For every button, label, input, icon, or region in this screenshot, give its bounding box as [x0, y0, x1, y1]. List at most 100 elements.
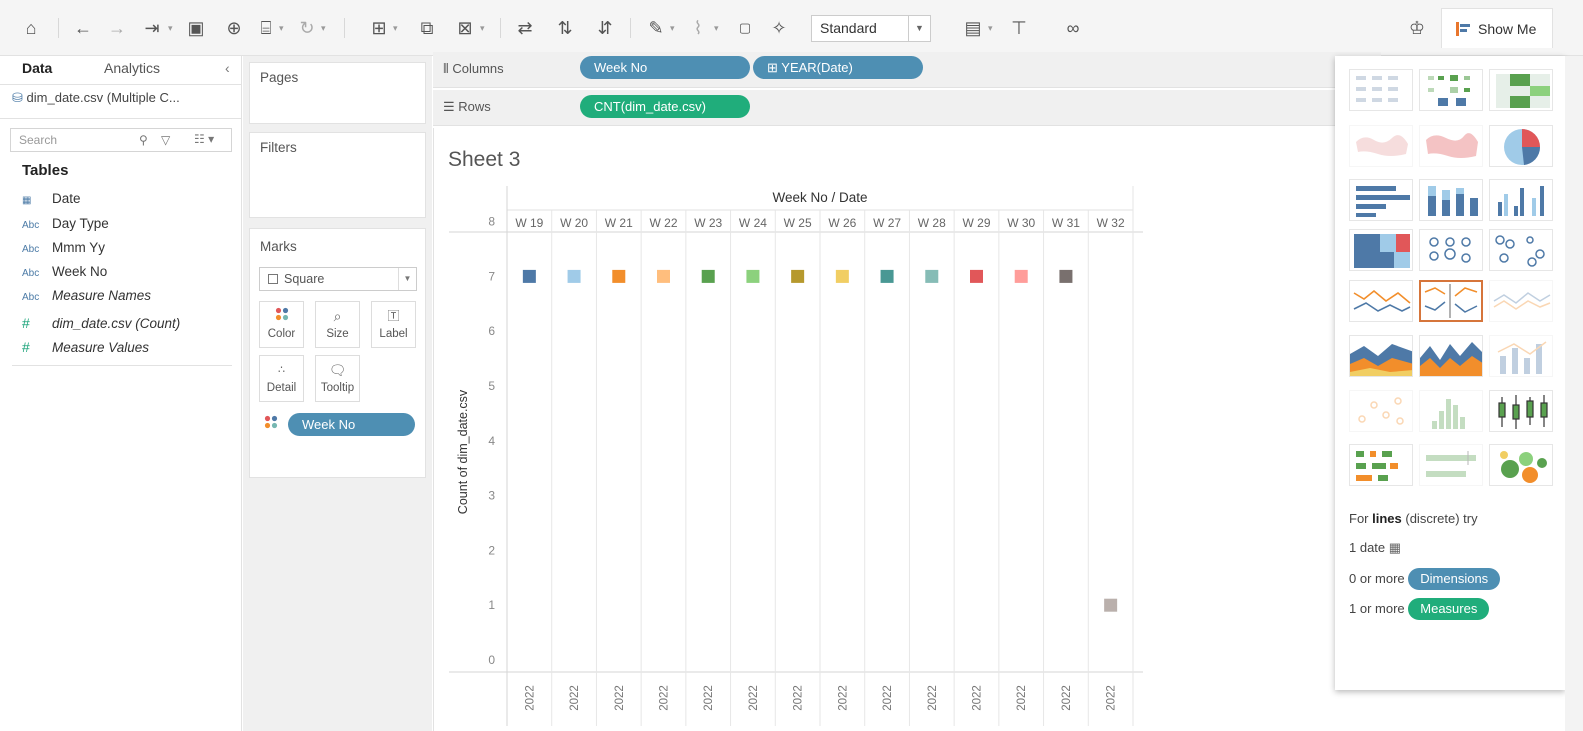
fit-dropdown[interactable]: Standard ▼	[811, 15, 931, 42]
side-by-side-bars-thumb[interactable]	[1489, 179, 1553, 221]
columns-shelf[interactable]: ⦀ Columns Week No ⊞ YEAR(Date)	[433, 52, 1381, 88]
sort-descending-icon[interactable]: ⇵	[592, 14, 618, 42]
scrollbar[interactable]	[1565, 56, 1583, 731]
forward-icon[interactable]: →	[104, 14, 130, 42]
datasource-icon[interactable]: ⌸	[254, 14, 278, 42]
highlight-caret-icon[interactable]: ▾	[670, 14, 675, 42]
chart[interactable]: Week No / Date Count of dim_date.csv 0 1 2 3 4…	[434, 128, 1382, 731]
week-header-label: W 27	[873, 216, 901, 230]
new-datasource-icon[interactable]: ⊕	[222, 14, 246, 42]
collapse-icon[interactable]: ‹	[225, 60, 230, 76]
share-icon[interactable]: ∞	[1060, 14, 1086, 42]
week-no-marks-pill[interactable]: Week No	[288, 413, 415, 436]
datasource-item[interactable]: ⛁ dim_date.csv (Multiple C...	[12, 90, 237, 106]
year-date-pill[interactable]: ⊞ YEAR(Date)	[753, 56, 923, 79]
symbol-map-thumb[interactable]	[1349, 125, 1413, 167]
tab-data[interactable]: Data	[22, 60, 52, 76]
circle-views-thumb[interactable]	[1419, 229, 1483, 271]
show-cards-caret-icon[interactable]: ▾	[988, 14, 993, 42]
highlight-icon[interactable]: ✎	[644, 14, 668, 42]
field-name: Measure Names	[52, 288, 152, 303]
dual-combination-thumb[interactable]	[1489, 335, 1553, 377]
size-button[interactable]: ⌕ Size	[315, 301, 360, 348]
text-table-thumb[interactable]	[1349, 69, 1413, 111]
stacked-bars-thumb[interactable]	[1419, 179, 1483, 221]
pin-icon[interactable]: ✧	[768, 14, 790, 42]
highlight-table-thumb[interactable]	[1489, 69, 1553, 111]
mark-type-dropdown[interactable]: Square ▼	[259, 267, 417, 291]
show-me-button[interactable]: Show Me	[1441, 8, 1553, 48]
field-day-type[interactable]: Abc Day Type	[22, 216, 109, 231]
week-no-pill[interactable]: Week No	[580, 56, 750, 79]
packed-bubbles-thumb[interactable]	[1489, 444, 1553, 486]
filter-icon[interactable]: ▽	[161, 129, 170, 151]
swap-icon[interactable]: ⇄	[512, 14, 538, 42]
new-worksheet-icon[interactable]: ⊞	[366, 14, 392, 42]
back-icon[interactable]: ←	[70, 14, 96, 42]
save-icon[interactable]: ▣	[184, 14, 208, 42]
marks-title: Marks	[260, 239, 297, 254]
home-icon[interactable]: ⌂	[18, 14, 44, 42]
field-mmm-yy[interactable]: Abc Mmm Yy	[22, 240, 105, 255]
histogram-thumb[interactable]	[1419, 390, 1483, 432]
detail-button[interactable]: ∴ Detail	[259, 355, 304, 402]
lines-discrete-thumb[interactable]	[1419, 280, 1483, 322]
duplicate-icon[interactable]: ⧉	[414, 14, 440, 42]
marks-card: Marks Square ▼ Color ⌕ Size 🅃 Label ∴ Detail…	[249, 228, 426, 478]
rows-shelf[interactable]: ☰ Rows CNT(dim_date.csv)	[433, 90, 1381, 126]
week-header-label: W 26	[828, 216, 856, 230]
color-button[interactable]: Color	[259, 301, 304, 348]
color-icon	[260, 302, 303, 328]
cnt-pill[interactable]: CNT(dim_date.csv)	[580, 95, 750, 118]
dual-lines-thumb[interactable]	[1489, 280, 1553, 322]
box-whisker-thumb[interactable]	[1489, 390, 1553, 432]
tooltip-button[interactable]: 🗨 Tooltip	[315, 355, 360, 402]
sort-ascending-icon[interactable]: ⇅	[552, 14, 578, 42]
redo-caret-icon[interactable]: ▾	[168, 14, 173, 42]
square-mark	[925, 269, 939, 283]
area-continuous-thumb[interactable]	[1349, 335, 1413, 377]
tooltip-icon[interactable]: ♔	[1404, 14, 1430, 42]
refresh-caret-icon[interactable]: ▾	[321, 14, 326, 42]
filled-map-thumb[interactable]	[1419, 125, 1483, 167]
tab-analytics[interactable]: Analytics	[104, 60, 160, 76]
show-cards-icon[interactable]: ▤	[960, 14, 986, 42]
area-discrete-thumb[interactable]	[1419, 335, 1483, 377]
search-icon[interactable]: ⚲	[139, 129, 148, 151]
field-count[interactable]: # dim_date.csv (Count)	[22, 315, 180, 331]
square-mark	[746, 269, 760, 283]
color-encoding-icon	[264, 415, 278, 432]
field-measure-values[interactable]: # Measure Values	[22, 339, 149, 355]
clear-sheet-icon[interactable]: ⊠	[452, 14, 478, 42]
bullet-graph-thumb[interactable]	[1419, 444, 1483, 486]
rows-label: ☰ Rows	[443, 99, 491, 115]
label-button[interactable]: 🅃 Label	[371, 301, 416, 348]
fit-value: Standard	[820, 20, 877, 36]
filters-card[interactable]: Filters	[249, 132, 426, 218]
datasource-caret-icon[interactable]: ▾	[279, 14, 284, 42]
scatter-plot-thumb[interactable]	[1349, 390, 1413, 432]
presentation-icon[interactable]: ⊤	[1006, 14, 1032, 42]
treemap-thumb[interactable]	[1349, 229, 1413, 271]
show-labels-icon[interactable]: ▢	[734, 14, 756, 42]
view-options-icon[interactable]: ☷ ▾	[194, 132, 214, 146]
group-caret-icon[interactable]: ▾	[714, 14, 719, 42]
new-worksheet-caret-icon[interactable]: ▾	[393, 14, 398, 42]
pie-chart-thumb[interactable]	[1489, 125, 1553, 167]
heat-map-thumb[interactable]	[1419, 69, 1483, 111]
horizontal-bars-thumb[interactable]	[1349, 179, 1413, 221]
lines-continuous-thumb[interactable]	[1349, 280, 1413, 322]
field-measure-names[interactable]: Abc Measure Names	[22, 288, 151, 303]
search-placeholder: Search	[19, 133, 58, 147]
side-by-side-circles-thumb[interactable]	[1489, 229, 1553, 271]
calendar-icon: ▦	[1388, 540, 1402, 555]
group-icon[interactable]: ⌇	[686, 14, 710, 42]
field-week-no[interactable]: Abc Week No	[22, 264, 107, 279]
redo-icon[interactable]: ⇥	[138, 14, 166, 42]
pages-card[interactable]: Pages	[249, 62, 426, 124]
gantt-thumb[interactable]	[1349, 444, 1413, 486]
refresh-icon[interactable]: ↻	[295, 14, 319, 42]
field-date[interactable]: ▦ Date	[22, 191, 81, 206]
year-header-label: 2022	[569, 685, 581, 711]
clear-caret-icon[interactable]: ▾	[480, 14, 485, 42]
